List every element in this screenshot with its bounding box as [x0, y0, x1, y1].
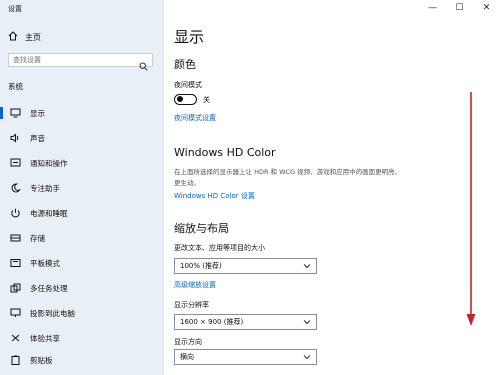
monitor-icon — [8, 106, 22, 120]
scale-dropdown[interactable]: 100% (推荐) — [174, 258, 317, 274]
scale-value: 100% (推荐) — [180, 262, 222, 270]
sidebar-item-label: 声音 — [30, 133, 45, 143]
chevron-down-icon — [303, 318, 311, 328]
orientation-dropdown[interactable]: 横向 — [174, 349, 317, 365]
main-content: 显示 颜色 夜间模式 关 夜间模式设置 Windows HD Color 在上面… — [163, 0, 500, 375]
sidebar-item-label: 体验共享 — [30, 333, 60, 343]
sidebar-item-notifications[interactable]: 通知和操作 — [0, 153, 160, 173]
sidebar-item-sound[interactable]: 声音 — [0, 128, 160, 148]
notification-icon — [8, 156, 22, 170]
hdr-section-heading: Windows HD Color — [174, 146, 276, 159]
color-section-heading: 颜色 — [174, 58, 196, 71]
hdr-settings-link[interactable]: Windows HD Color 设置 — [174, 191, 255, 201]
scale-label: 更改文本、应用等项目的大小 — [174, 244, 265, 252]
projector-icon — [8, 306, 22, 320]
sidebar-item-label: 多任务处理 — [30, 283, 68, 293]
sidebar-item-tablet-mode[interactable]: 平板模式 — [0, 253, 160, 273]
sidebar-item-project-to-pc[interactable]: 投影到此电脑 — [0, 303, 160, 323]
chevron-down-icon — [303, 262, 311, 272]
sidebar-item-label: 专注助手 — [30, 183, 60, 193]
sidebar-item-label: 存储 — [30, 233, 45, 243]
orientation-value: 横向 — [180, 353, 194, 361]
sidebar-item-label: 剪贴板 — [30, 355, 53, 365]
night-mode-toggle[interactable] — [174, 94, 197, 105]
window-title: 设置 — [8, 5, 22, 13]
moon-icon — [8, 181, 22, 195]
sidebar-item-storage[interactable]: 存储 — [0, 228, 160, 248]
resolution-value: 1600 × 900 (推荐) — [180, 318, 244, 326]
orientation-label: 显示方向 — [174, 338, 202, 346]
search-box[interactable] — [8, 53, 153, 71]
sidebar-group-system: 系统 — [8, 82, 23, 91]
advanced-scaling-link[interactable]: 高级缩放设置 — [174, 280, 216, 290]
sidebar-item-power-sleep[interactable]: 电源和睡眠 — [0, 203, 160, 223]
search-input[interactable] — [13, 55, 131, 65]
speaker-icon — [8, 131, 22, 145]
multitask-icon — [8, 281, 22, 295]
resolution-dropdown[interactable]: 1600 × 900 (推荐) — [174, 314, 317, 330]
sidebar-item-label: 投影到此电脑 — [30, 308, 75, 318]
night-mode-label: 夜间模式 — [174, 81, 202, 89]
sidebar-item-label: 平板模式 — [30, 258, 60, 268]
scale-layout-heading: 缩放与布局 — [174, 222, 229, 235]
share-icon — [8, 331, 22, 345]
home-icon — [8, 31, 18, 43]
home-nav-item[interactable]: 主页 — [8, 31, 41, 43]
chevron-down-icon — [303, 353, 311, 363]
sidebar-item-focus-assist[interactable]: 专注助手 — [0, 178, 160, 198]
sidebar: 设置 主页 系统 显示 声音 通知和操作 专注助手 电源和睡眠 存储 平板 — [0, 0, 164, 375]
sidebar-item-label: 显示 — [30, 108, 45, 118]
search-icon[interactable] — [139, 56, 148, 75]
power-icon — [8, 206, 22, 220]
night-mode-state: 关 — [203, 96, 210, 104]
resolution-label: 显示分辨率 — [174, 301, 209, 309]
hdr-description: 在上面所选择的显示器上让 HDR 和 WCG 视频、游戏和应用中的画面更明亮、更… — [174, 168, 402, 187]
sidebar-item-multitasking[interactable]: 多任务处理 — [0, 278, 160, 298]
toggle-knob — [177, 96, 183, 103]
home-label: 主页 — [25, 32, 41, 42]
sidebar-item-shared-experiences[interactable]: 体验共享 — [0, 328, 160, 348]
night-mode-settings-link[interactable]: 夜间模式设置 — [174, 113, 216, 123]
red-arrow-annotation — [466, 92, 476, 326]
clipboard-icon — [8, 353, 22, 367]
tablet-icon — [8, 256, 22, 270]
storage-icon — [8, 231, 22, 245]
page-title: 显示 — [174, 28, 205, 46]
sidebar-item-label: 通知和操作 — [30, 158, 68, 168]
sidebar-item-label: 电源和睡眠 — [30, 208, 68, 218]
sidebar-item-clipboard[interactable]: 剪贴板 — [0, 350, 160, 370]
sidebar-item-display[interactable]: 显示 — [0, 103, 160, 123]
